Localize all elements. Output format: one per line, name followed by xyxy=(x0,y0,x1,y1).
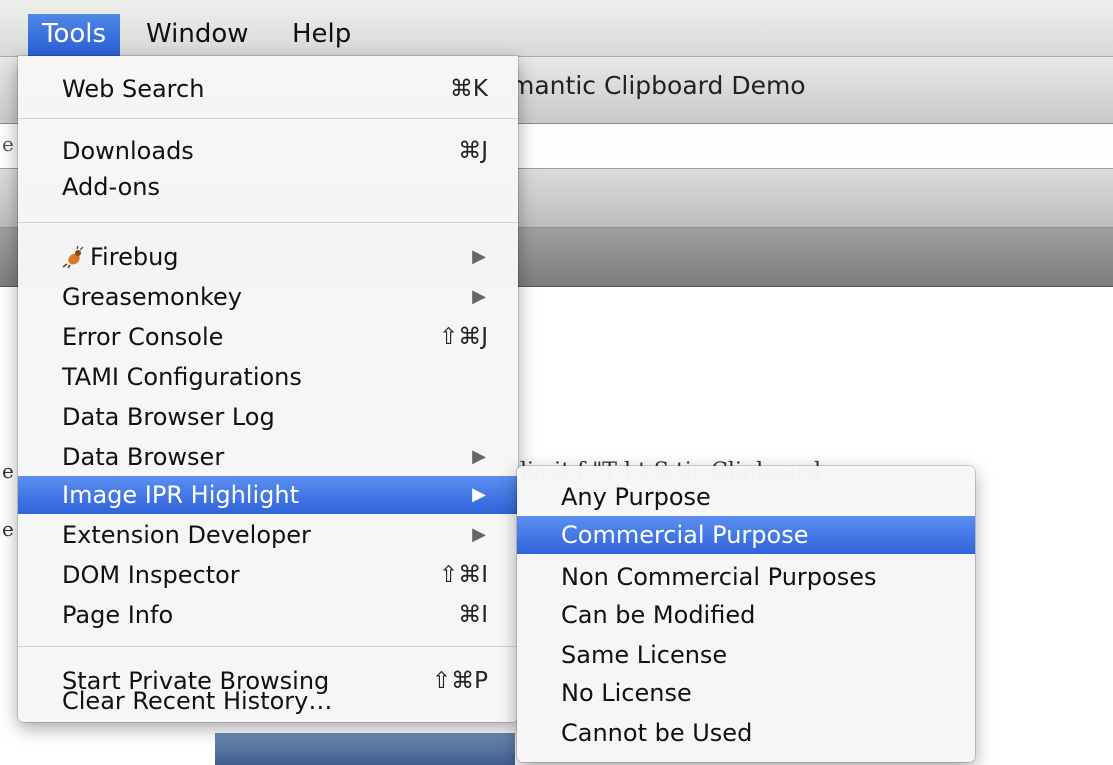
menu-item-label: Add-ons xyxy=(62,173,160,201)
menu-item-dom-inspector[interactable]: DOM Inspector ⇧⌘I xyxy=(18,556,518,594)
menu-item-error-console[interactable]: Error Console ⇧⌘J xyxy=(18,318,518,356)
menu-item-label: Error Console xyxy=(62,323,224,351)
menu-item-label: Commercial Purpose xyxy=(561,521,809,549)
menu-tools[interactable]: Tools xyxy=(28,14,121,56)
menu-item-image-ipr-highlight[interactable]: Image IPR Highlight ▶ xyxy=(18,476,518,514)
triangle-right-icon: ▶ xyxy=(472,484,486,505)
menu-item-label: Data Browser xyxy=(62,443,225,471)
menu-item-label: Firebug xyxy=(62,238,179,276)
menu-window[interactable]: Window xyxy=(132,14,263,54)
url-text: e xyxy=(2,132,14,156)
menu-item-label: Cannot be Used xyxy=(561,719,753,747)
submenu-item-cannot-be-used[interactable]: Cannot be Used xyxy=(517,714,975,752)
menu-item-label: Data Browser Log xyxy=(62,403,275,431)
submenu-item-no-license[interactable]: No License xyxy=(517,674,975,712)
menu-item-label: Can be Modified xyxy=(561,601,756,629)
menu-item-label: Image IPR Highlight xyxy=(62,481,299,509)
shortcut-label: ⇧⌘J xyxy=(438,324,488,350)
submenu-item-non-commercial-purposes[interactable]: Non Commercial Purposes xyxy=(517,558,975,596)
menu-item-label: DOM Inspector xyxy=(62,561,240,589)
firebug-label: Firebug xyxy=(90,243,179,271)
image-ipr-submenu: Any Purpose Commercial Purpose Non Comme… xyxy=(517,466,975,762)
menu-item-page-info[interactable]: Page Info ⌘I xyxy=(18,596,518,634)
menu-item-label: Greasemonkey xyxy=(62,283,242,311)
menu-item-clear-recent-history[interactable]: Clear Recent History… xyxy=(18,682,518,720)
menu-item-label: Non Commercial Purposes xyxy=(561,563,877,591)
page-image xyxy=(215,733,515,765)
window-title: mantic Clipboard Demo xyxy=(510,71,806,100)
shortcut-label: ⌘K xyxy=(449,76,488,102)
page-text-stub: e xyxy=(2,459,14,483)
menu-separator xyxy=(18,646,518,647)
shortcut-label: ⌘I xyxy=(458,602,488,628)
menu-item-label: No License xyxy=(561,679,692,707)
submenu-item-commercial-purpose[interactable]: Commercial Purpose xyxy=(517,516,975,554)
menu-item-add-ons[interactable]: Add-ons xyxy=(18,168,518,206)
triangle-right-icon: ▶ xyxy=(472,446,486,467)
shortcut-label: ⇧⌘I xyxy=(438,562,488,588)
triangle-right-icon: ▶ xyxy=(472,524,486,545)
menu-help[interactable]: Help xyxy=(278,14,365,54)
menu-item-data-browser-log[interactable]: Data Browser Log xyxy=(18,398,518,436)
menu-item-firebug[interactable]: Firebug ▶ xyxy=(18,238,518,276)
menu-separator xyxy=(18,222,518,223)
triangle-right-icon: ▶ xyxy=(472,286,486,307)
menu-item-label: Page Info xyxy=(62,601,174,629)
menu-bar: Tools Window Help xyxy=(0,0,1113,57)
page-text-stub: e xyxy=(2,517,14,541)
tools-menu: Web Search ⌘K Downloads ⌘J Add-ons Fireb… xyxy=(18,56,518,722)
menu-item-label: Web Search xyxy=(62,75,205,103)
firebug-icon xyxy=(62,246,84,268)
menu-item-label: TAMI Configurations xyxy=(62,363,302,391)
menu-item-data-browser[interactable]: Data Browser ▶ xyxy=(18,438,518,476)
menu-item-label: Same License xyxy=(561,641,728,669)
menu-item-label: Any Purpose xyxy=(561,483,711,511)
menu-item-extension-developer[interactable]: Extension Developer ▶ xyxy=(18,516,518,554)
menu-item-downloads[interactable]: Downloads ⌘J xyxy=(18,132,518,170)
submenu-item-same-license[interactable]: Same License xyxy=(517,636,975,674)
shortcut-label: ⌘J xyxy=(458,138,488,164)
menu-separator xyxy=(18,118,518,119)
menu-item-greasemonkey[interactable]: Greasemonkey ▶ xyxy=(18,278,518,316)
triangle-right-icon: ▶ xyxy=(472,246,486,267)
menu-item-tami-configurations[interactable]: TAMI Configurations xyxy=(18,358,518,396)
submenu-item-can-be-modified[interactable]: Can be Modified xyxy=(517,596,975,634)
menu-item-label: Clear Recent History… xyxy=(62,687,333,715)
submenu-item-any-purpose[interactable]: Any Purpose xyxy=(517,478,975,516)
menu-item-label: Downloads xyxy=(62,137,194,165)
menu-item-label: Extension Developer xyxy=(62,521,311,549)
menu-item-web-search[interactable]: Web Search ⌘K xyxy=(18,70,518,108)
